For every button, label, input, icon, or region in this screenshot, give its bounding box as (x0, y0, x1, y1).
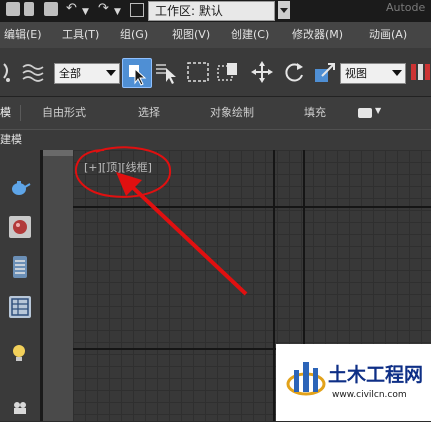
watermark-title: 土木工程网 (328, 364, 424, 386)
annotation-circle (75, 146, 172, 198)
watermark-logo-icon (286, 362, 326, 396)
watermark-url: www.civilcn.com (332, 390, 407, 400)
watermark: 土木工程网 www.civilcn.com (276, 344, 431, 421)
annotation-arrow-shaft (126, 181, 248, 296)
